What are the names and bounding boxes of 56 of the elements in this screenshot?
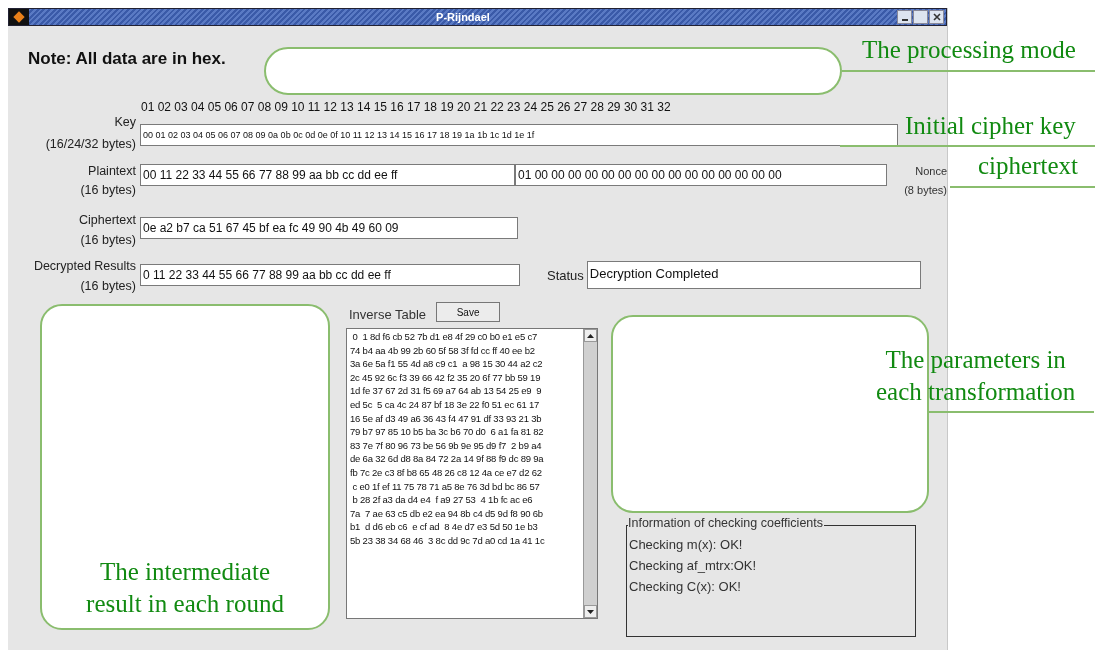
table-line: 5b 23 38 34 68 46 3 8c dd 9c 7d a0 cd 1a 41 1c bbox=[350, 533, 546, 548]
field-sublabel: (16/24/32 bytes) bbox=[45, 136, 136, 153]
scrollbar[interactable] bbox=[583, 329, 597, 618]
field-sublabel: (16 bytes) bbox=[80, 182, 136, 199]
callout-text: The intermediate result in each round bbox=[86, 557, 284, 619]
text-field[interactable]: 01 00 00 00 00 00 00 00 00 00 00 00 00 00 00 00 bbox=[515, 164, 887, 186]
field-label: Nonce bbox=[915, 164, 947, 179]
callout-text: ciphertext bbox=[978, 151, 1078, 181]
field-label: Key bbox=[114, 114, 136, 131]
field-sublabel: (16 bytes) bbox=[80, 278, 136, 295]
key-field[interactable]: 00 01 02 03 04 05 06 07 08 09 0a 0b 0c 0d 0e 0f 10 11 12 13 14 15 16 17 18 19 1a 1b 1c 1d 1e 1f bbox=[140, 124, 898, 146]
field-sublabel: (16 bytes) bbox=[80, 232, 136, 249]
field-label: Status bbox=[547, 267, 584, 285]
check-result-text: Checking af_mtrx:OK! bbox=[629, 557, 758, 575]
table-line: 3a 6e 5a f1 55 4d a8 c9 c1 a 98 15 30 44 a2 c2 bbox=[350, 357, 544, 371]
window-title: P-Rijndael bbox=[435, 9, 491, 25]
app-icon bbox=[9, 9, 29, 25]
table-line: c e0 1f ef 11 75 78 71 a5 8e 76 3d bd bc 86 57 bbox=[351, 479, 541, 494]
field-label: Decrypted Results bbox=[33, 258, 136, 275]
note-text: Note: All data are in hex. bbox=[28, 48, 226, 71]
text-field[interactable]: 00 11 22 33 44 55 66 77 88 99 aa bb cc dd ee ff bbox=[140, 164, 515, 186]
table-line: 79 b7 97 85 10 b5 ba 3c b6 70 d0 6 a1 fa 81 82 bbox=[350, 425, 545, 439]
close-button[interactable] bbox=[929, 10, 944, 24]
check-result-text: Checking C(x): OK! bbox=[629, 578, 742, 596]
table-line: ed 5c 5 ca 4c 24 87 bf 18 3e 22 f0 51 ec 61 17 bbox=[350, 397, 541, 412]
check-result-text: Checking m(x): OK! bbox=[629, 536, 744, 554]
down-arrow-icon bbox=[587, 609, 594, 614]
table-line: 16 5e af d3 49 a6 36 43 f4 47 91 df 33 93 21 3b bbox=[350, 411, 543, 426]
group-box-title: Information of checking coefficients bbox=[628, 516, 824, 530]
field-label: Ciphertext bbox=[79, 212, 136, 229]
table-line: fb 7c 2e c3 8f b8 65 48 26 c8 12 4a ce e7 d2 62 bbox=[350, 465, 543, 480]
table-line: b1 d d6 eb c6 e cf ad 8 4e d7 e3 5d 50 1e b3 bbox=[350, 520, 539, 534]
table-line: 1d fe 37 67 2d 31 f5 69 a7 64 ab 13 54 25 e9 9 bbox=[350, 384, 543, 398]
field-sublabel: (8 bytes) bbox=[904, 183, 947, 198]
callout-text: The processing mode bbox=[862, 35, 1076, 65]
table-line: 7a 7 ae 63 c5 db e2 ea 94 8b c4 d5 9d f8 90 6b bbox=[350, 506, 544, 521]
inverse-table-textarea[interactable] bbox=[346, 328, 598, 619]
table-line: 0 1 8d f6 cb 52 7b d1 e8 4f 29 c0 b0 e1 e5 c7 bbox=[351, 330, 539, 344]
callout-text: Initial cipher key bbox=[905, 111, 1076, 141]
minimize-button[interactable] bbox=[897, 10, 912, 24]
table-line: 74 b4 aa 4b 99 2b 60 5f 58 3f fd cc ff 40 ee b2 bbox=[350, 343, 536, 358]
field-label: Plaintext bbox=[88, 163, 136, 180]
inverse-table-label: Inverse Table bbox=[349, 306, 427, 325]
scroll-down-button[interactable] bbox=[584, 605, 597, 618]
text-field[interactable]: 0 11 22 33 44 55 66 77 88 99 aa bb cc dd ee ff bbox=[140, 264, 520, 286]
status-field[interactable]: Decryption Completed bbox=[586, 261, 921, 289]
byte-index-header: 01 02 03 04 05 06 07 08 09 10 11 12 13 14 15 16 17 18 19 20 21 22 23 24 25 26 27 28 29 30 31 32 bbox=[141, 100, 671, 114]
text-field[interactable]: 0e a2 b7 ca 51 67 45 bf ea fc 49 90 4b 49 60 09 bbox=[140, 217, 518, 239]
table-line: de 6a 32 6d d8 8a 84 72 2a 14 9f 88 f9 dc 89 9a bbox=[350, 452, 545, 466]
close-icon bbox=[932, 13, 941, 21]
up-arrow-icon bbox=[587, 333, 594, 338]
save-button[interactable]: Save bbox=[436, 302, 501, 322]
table-line: 2c 45 92 6c f3 39 66 42 f2 35 20 6f 77 bb 59 19 bbox=[350, 370, 542, 385]
table-line: 83 7e 7f 80 96 73 be 56 9b 9e 95 d9 f7 2 b9 a4 bbox=[350, 438, 543, 453]
scroll-up-button[interactable] bbox=[584, 329, 597, 342]
table-line: b 28 2f a3 da d4 e4 f a9 27 53 4 1b fc ac e6 bbox=[351, 493, 534, 507]
